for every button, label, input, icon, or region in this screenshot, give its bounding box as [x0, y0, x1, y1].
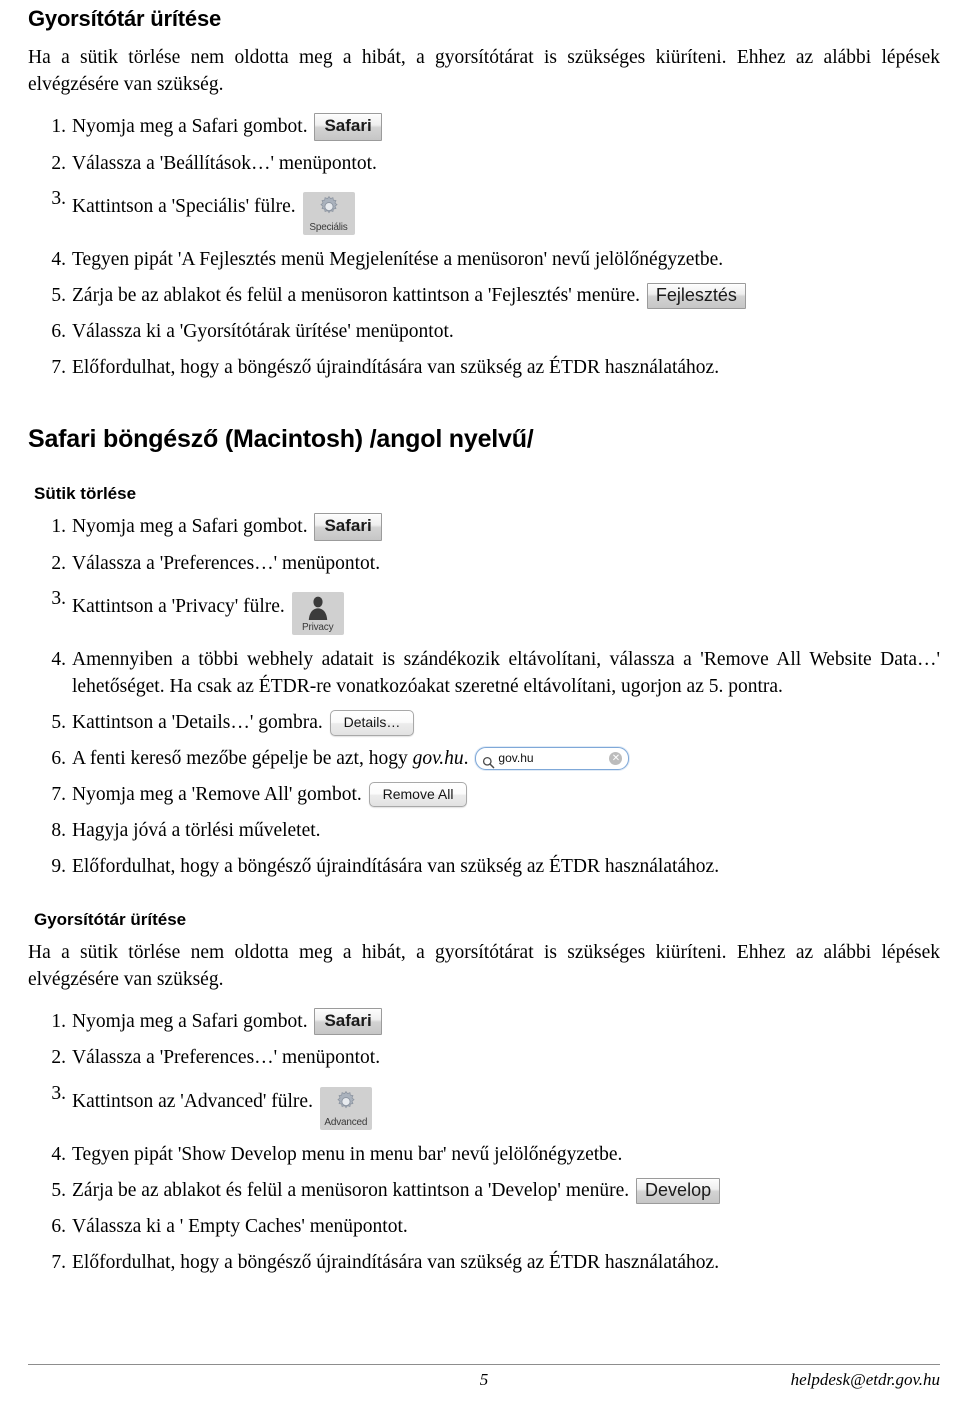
- step-text: Tegyen pipát 'Show Develop menu in menu …: [72, 1144, 623, 1166]
- heading-gyorsitotar-uritese-2: Gyorsítótár ürítése: [34, 909, 187, 929]
- footer-row: 5 helpdesk@etdr.gov.hu: [28, 1365, 940, 1395]
- step-text: Tegyen pipát 'A Fejlesztés menü Megjelen…: [72, 249, 724, 271]
- footer-contact-email: helpdesk@etdr.gov.hu: [790, 1370, 940, 1389]
- intro-paragraph-1: Ha a sütik törlése nem oldotta meg a hib…: [28, 47, 940, 95]
- step-text: Válassza a 'Preferences…' menüpontot.: [72, 552, 381, 574]
- steps-list-block3: Nyomja meg a Safari gombot. Safari Válas…: [28, 1008, 940, 1277]
- step-text: Amennyiben a többi webhely adatait is sz…: [72, 649, 940, 698]
- gear-icon: [303, 194, 355, 222]
- list-item: Válassza ki a 'Gyorsítótárak ürítése' me…: [28, 319, 940, 346]
- step-text: A fenti kereső mezőbe gépelje be azt, ho…: [72, 748, 413, 770]
- step-text: Zárja be az ablakot és felül a menüsoron…: [72, 285, 640, 307]
- step-text: Nyomja meg a Safari gombot.: [72, 116, 308, 138]
- advanced-pref-icon[interactable]: Advanced: [319, 1087, 372, 1131]
- list-item: Nyomja meg a Safari gombot. Safari: [28, 113, 940, 141]
- list-item: Válassza a 'Preferences…' menüpontot.: [28, 1045, 940, 1072]
- step-text: Kattintson a 'Details…' gombra.: [72, 712, 323, 734]
- list-item: Válassza a 'Preferences…' menüpontot.: [28, 551, 940, 578]
- list-item: Nyomja meg a 'Remove All' gombot. Remove…: [28, 781, 940, 809]
- list-item: Előfordulhat, hogy a böngésző újraindítá…: [28, 355, 940, 382]
- list-item: Zárja be az ablakot és felül a menüsoron…: [28, 1177, 940, 1205]
- steps-list-block2: Nyomja meg a Safari gombot. Safari Válas…: [28, 513, 940, 881]
- list-item: Kattintson a 'Privacy' fülre. Privacy: [28, 586, 940, 636]
- steps-list-block1: Nyomja meg a Safari gombot. Safari Válas…: [28, 113, 940, 382]
- list-item: Kattintson a 'Details…' gombra. Details…: [28, 709, 940, 737]
- pref-icon-caption: Advanced: [324, 1117, 368, 1129]
- page-footer: 5 helpdesk@etdr.gov.hu: [28, 1364, 940, 1404]
- list-item: Előfordulhat, hogy a böngésző újraindítá…: [28, 1250, 940, 1277]
- list-item: Kattintson a 'Speciális' fülre. Speciáli…: [28, 186, 940, 236]
- remove-all-button[interactable]: Remove All: [368, 781, 468, 808]
- safari-menu-chip[interactable]: Safari: [314, 513, 382, 541]
- list-item: Nyomja meg a Safari gombot. Safari: [28, 1008, 940, 1036]
- document-page: Gyorsítótár ürítése Ha a sütik törlése n…: [0, 0, 960, 1422]
- step-text: Hagyja jóvá a törlési műveletet.: [72, 819, 321, 841]
- fejlesztes-menu-chip[interactable]: Fejlesztés: [646, 282, 746, 310]
- page-content: Gyorsítótár ürítése Ha a sütik törlése n…: [28, 6, 940, 1286]
- list-item: Tegyen pipát 'A Fejlesztés menü Megjelen…: [28, 247, 940, 274]
- intro-paragraph-2: Ha a sütik törlése nem oldotta meg a hib…: [28, 942, 940, 990]
- step-text: Előfordulhat, hogy a böngésző újraindítá…: [72, 1252, 720, 1274]
- list-item: Zárja be az ablakot és felül a menüsoron…: [28, 282, 940, 310]
- step-text: Válassza ki a 'Gyorsítótárak ürítése' me…: [72, 321, 454, 343]
- gear-icon: [320, 1089, 372, 1117]
- pref-icon-caption: Privacy: [301, 622, 334, 634]
- safari-menu-chip[interactable]: Safari: [314, 1008, 382, 1036]
- search-input-value[interactable]: gov.hu: [498, 750, 533, 767]
- step-text-tail: .: [463, 748, 469, 770]
- search-field-screenshot[interactable]: gov.hu ✕: [475, 747, 630, 771]
- step-text: Előfordulhat, hogy a böngésző újraindítá…: [72, 855, 720, 877]
- list-item: Válassza ki a ' Empty Caches' menüpontot…: [28, 1214, 940, 1241]
- step-text: Kattintson az 'Advanced' fülre.: [72, 1091, 313, 1113]
- list-item: Előfordulhat, hogy a böngésző újraindítá…: [28, 854, 940, 881]
- privacy-pref-icon[interactable]: Privacy: [291, 592, 344, 636]
- list-item: Kattintson az 'Advanced' fülre. Advanced: [28, 1081, 940, 1131]
- step-text: Válassza a 'Beállítások…' menüpontot.: [72, 152, 377, 174]
- step-text: Kattintson a 'Privacy' fülre.: [72, 596, 285, 618]
- specialis-pref-icon[interactable]: Speciális: [302, 192, 355, 236]
- list-item: Válassza a 'Beállítások…' menüpontot.: [28, 151, 940, 178]
- step-text: Kattintson a 'Speciális' fülre.: [72, 196, 296, 218]
- step-text: Válassza a 'Preferences…' menüpontot.: [72, 1047, 381, 1069]
- step-text: Zárja be az ablakot és felül a menüsoron…: [72, 1180, 630, 1202]
- details-button[interactable]: Details…: [329, 709, 415, 736]
- list-item: Nyomja meg a Safari gombot. Safari: [28, 513, 940, 541]
- person-icon: [292, 594, 344, 622]
- heading-sutik-torlese: Sütik törlése: [34, 483, 137, 503]
- develop-menu-chip[interactable]: Develop: [636, 1177, 721, 1205]
- step-text: Nyomja meg a Safari gombot.: [72, 516, 308, 538]
- step-text: Nyomja meg a 'Remove All' gombot.: [72, 784, 362, 806]
- step-text: Válassza ki a ' Empty Caches' menüpontot…: [72, 1216, 408, 1238]
- list-item: Tegyen pipát 'Show Develop menu in menu …: [28, 1142, 940, 1169]
- list-item: Amennyiben a többi webhely adatait is sz…: [28, 647, 940, 701]
- clear-search-icon[interactable]: ✕: [609, 752, 623, 766]
- list-item: A fenti kereső mezőbe gépelje be azt, ho…: [28, 746, 940, 773]
- pref-icon-caption: Speciális: [309, 222, 348, 234]
- safari-menu-chip[interactable]: Safari: [314, 113, 382, 141]
- heading-gyorsitotar-uritese-1: Gyorsítótár ürítése: [28, 6, 222, 31]
- step-text-emphasis: gov.hu: [412, 748, 464, 770]
- list-item: Hagyja jóvá a törlési műveletet.: [28, 818, 940, 845]
- heading-safari-macintosh: Safari böngésző (Macintosh) /angol nyelv…: [28, 425, 534, 454]
- step-text: Nyomja meg a Safari gombot.: [72, 1011, 308, 1033]
- search-icon: [482, 751, 495, 778]
- step-text: Előfordulhat, hogy a böngésző újraindítá…: [72, 357, 720, 379]
